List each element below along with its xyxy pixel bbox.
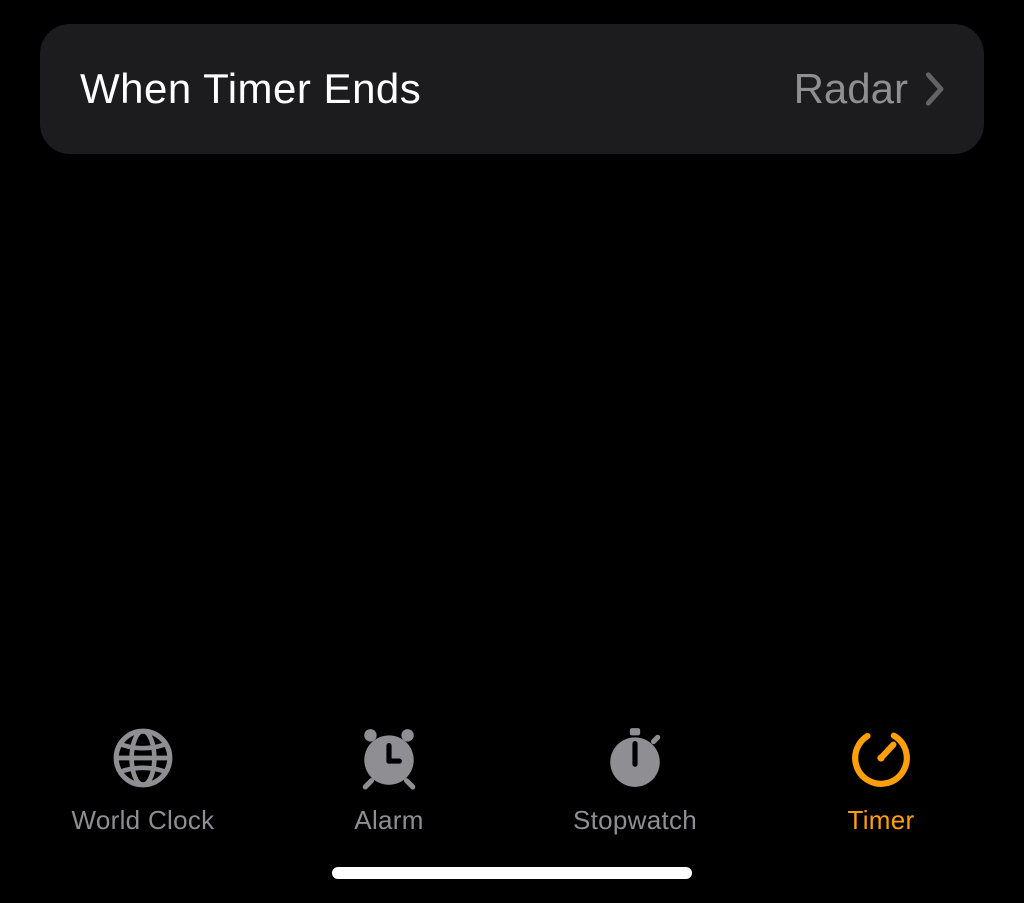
tab-alarm-label: Alarm — [354, 805, 423, 836]
timer-icon — [848, 723, 914, 793]
tab-stopwatch-label: Stopwatch — [573, 805, 697, 836]
home-indicator[interactable] — [332, 867, 692, 879]
chevron-right-icon — [926, 72, 944, 106]
tab-stopwatch[interactable]: Stopwatch — [525, 723, 745, 836]
tab-timer-label: Timer — [848, 805, 915, 836]
tab-world-clock[interactable]: World Clock — [33, 723, 253, 836]
alarm-clock-icon — [356, 723, 422, 793]
stopwatch-icon — [602, 723, 668, 793]
when-timer-ends-value: Radar — [794, 65, 908, 113]
tab-alarm[interactable]: Alarm — [279, 723, 499, 836]
when-timer-ends-label: When Timer Ends — [80, 65, 421, 113]
when-timer-ends-value-wrap: Radar — [794, 65, 944, 113]
tab-world-clock-label: World Clock — [72, 805, 215, 836]
tab-timer[interactable]: Timer — [771, 723, 991, 836]
globe-icon — [110, 723, 176, 793]
when-timer-ends-row[interactable]: When Timer Ends Radar — [40, 24, 984, 154]
